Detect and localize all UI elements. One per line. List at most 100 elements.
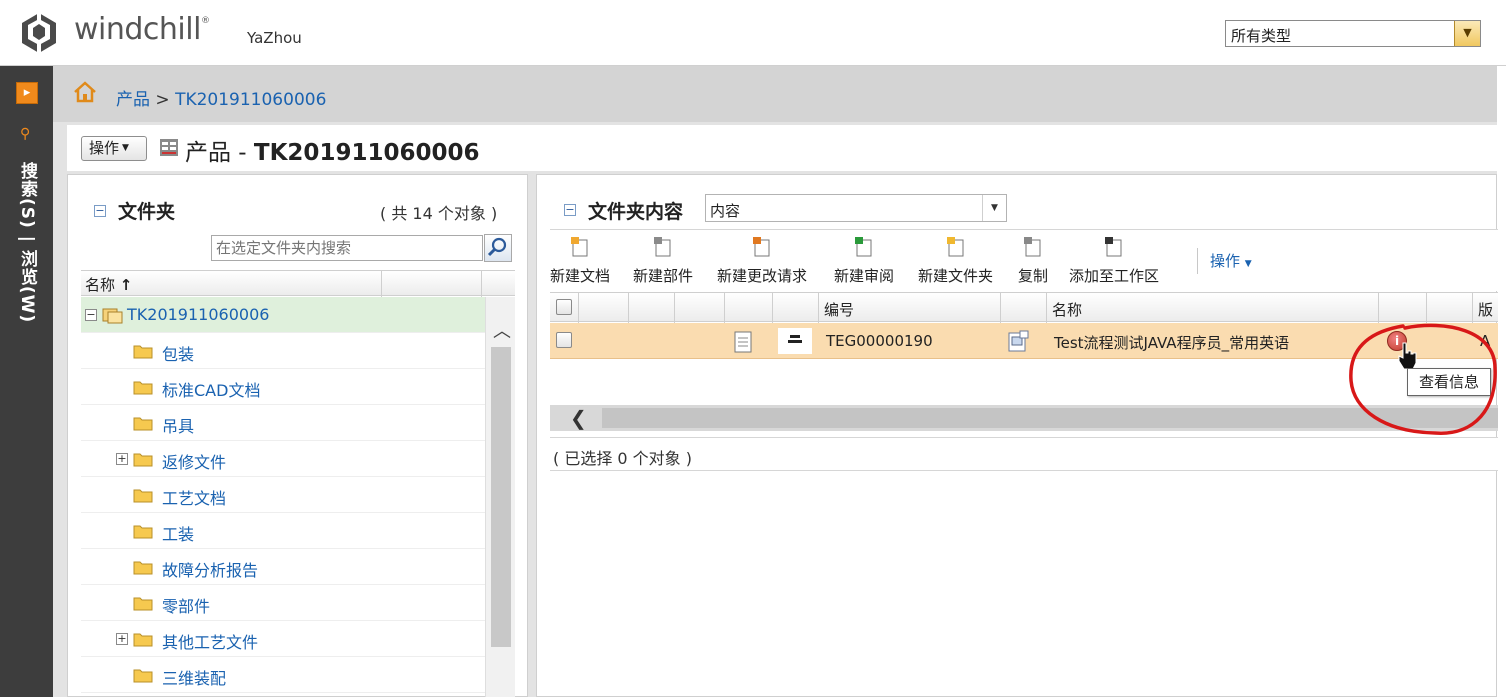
- tree-node-label: TK201911060006: [127, 305, 270, 324]
- folder-search-input[interactable]: [212, 236, 482, 260]
- product-icon: [160, 139, 178, 156]
- scroll-thumb[interactable]: [491, 347, 511, 647]
- folder-search-button[interactable]: [484, 234, 512, 262]
- page-actions-button[interactable]: 操作 ▼: [81, 136, 147, 161]
- new-part-button[interactable]: 新建部件: [633, 236, 693, 288]
- collapse-node-icon[interactable]: −: [85, 309, 97, 321]
- new-document-icon: [571, 237, 588, 257]
- new-folder-icon: [946, 237, 963, 257]
- chevron-down-icon[interactable]: ▼: [1454, 21, 1480, 46]
- tree-folder-label: 零部件: [162, 597, 211, 616]
- scroll-left-icon[interactable]: ❮: [570, 406, 587, 430]
- tree-folder-item[interactable]: + 返修文件: [81, 441, 485, 477]
- folder-icon: [133, 489, 153, 503]
- tree-folder-label: 三维装配: [162, 669, 227, 688]
- folders-panel: − 文件夹 ( 共 14 个对象 ) 名称 ↑ − TK2019: [67, 174, 528, 697]
- tree-folder-item[interactable]: 三维装配: [81, 657, 485, 693]
- add-to-workspace-icon: [1105, 237, 1122, 257]
- tree-folder-label: 故障分析报告: [162, 561, 259, 580]
- collapse-contents-icon[interactable]: −: [564, 204, 576, 216]
- folder-icon: [133, 381, 153, 395]
- folder-contents-title: 文件夹内容: [588, 201, 684, 223]
- current-user: YaZhou: [247, 29, 302, 47]
- windchill-logo-text: windchill®: [74, 12, 210, 47]
- tree-folder-item[interactable]: 标准CAD文档: [81, 369, 485, 405]
- collapse-folders-icon[interactable]: −: [94, 205, 106, 217]
- folder-open-icon: [102, 308, 123, 324]
- scroll-up-icon[interactable]: ︿: [493, 317, 511, 343]
- breadcrumb: 产品 > TK201911060006: [116, 85, 326, 110]
- folder-search-box[interactable]: [211, 235, 483, 261]
- contents-view-value: 内容: [710, 202, 741, 220]
- breadcrumb-bar: 产品 > TK201911060006: [53, 66, 1497, 122]
- breadcrumb-products-link[interactable]: 产品: [116, 90, 150, 110]
- windchill-window: windchill® YaZhou 所有类型 ▼ ▸ ⚲ 搜索(S) | 浏览(…: [0, 0, 1506, 697]
- copy-button[interactable]: 复制: [1018, 236, 1048, 288]
- tree-folder-label: 工艺文档: [162, 489, 227, 508]
- tree-folder-item[interactable]: 工装: [81, 513, 485, 549]
- type-filter-select[interactable]: 所有类型 ▼: [1225, 20, 1481, 47]
- folder-icon: [133, 453, 153, 467]
- selection-status: ( 已选择 0 个对象 ): [553, 449, 693, 468]
- folder-icon: [133, 669, 153, 683]
- tree-folder-item[interactable]: 零部件: [81, 585, 485, 621]
- navigator-tabs-label[interactable]: 搜索(S) | 浏览(W): [14, 162, 40, 323]
- new-review-icon: [855, 237, 872, 257]
- home-icon[interactable]: [73, 81, 97, 103]
- left-navigator: ▸ ⚲ 搜索(S) | 浏览(W): [0, 66, 53, 697]
- folder-icon: [133, 633, 153, 647]
- tree-folder-label: 返修文件: [162, 453, 227, 472]
- folders-panel-title: 文件夹: [118, 201, 176, 223]
- breadcrumb-current-product[interactable]: TK201911060006: [175, 90, 326, 110]
- row-select-checkbox[interactable]: [556, 332, 572, 348]
- annotation-circle: [1349, 323, 1497, 435]
- tree-folder-item[interactable]: 故障分析报告: [81, 549, 485, 585]
- name-column-header[interactable]: 名称 ↑: [85, 274, 132, 295]
- tree-folder-item[interactable]: 吊具: [81, 405, 485, 441]
- folder-icon: [133, 561, 153, 575]
- windchill-logo-icon: [22, 13, 56, 53]
- thumbnail-icon[interactable]: [778, 328, 812, 354]
- row-name[interactable]: Test流程测试JAVA程序员_常用英语: [1054, 332, 1289, 353]
- folder-tree-scrollbar[interactable]: ︿: [485, 297, 515, 697]
- tree-folder-label: 标准CAD文档: [162, 381, 261, 400]
- page-title: 产品 - TK201911060006: [185, 140, 480, 166]
- tree-folder-item[interactable]: 工艺文档: [81, 477, 485, 513]
- folder-icon: [133, 597, 153, 611]
- new-part-icon: [654, 237, 671, 257]
- new-change-request-button[interactable]: 新建更改请求: [717, 236, 807, 288]
- epm-document-icon: [1008, 330, 1029, 352]
- chevron-down-icon[interactable]: ▼: [982, 195, 1006, 221]
- new-document-button[interactable]: 新建文档: [550, 236, 610, 288]
- tree-folder-label: 工装: [162, 525, 195, 544]
- search-icon: [487, 237, 507, 257]
- new-folder-button[interactable]: 新建文件夹: [918, 236, 993, 288]
- tree-folder-label: 其他工艺文件: [162, 633, 259, 652]
- tree-folder-item[interactable]: + 其他工艺文件: [81, 621, 485, 657]
- select-all-checkbox[interactable]: [556, 299, 572, 315]
- folders-count: ( 共 14 个对象 ): [380, 204, 498, 223]
- contents-toolbar: 新建文档 新建部件 新建更改请求 新建审阅 新建文件夹 复制 添加至工作区 操作 ▼: [550, 229, 1498, 291]
- folder-icon: [133, 345, 153, 359]
- search-pin-icon[interactable]: ⚲: [20, 126, 34, 142]
- app-header: windchill® YaZhou 所有类型 ▼: [0, 0, 1506, 66]
- folder-icon: [133, 417, 153, 431]
- breadcrumb-separator: >: [155, 90, 170, 110]
- add-to-workspace-button[interactable]: 添加至工作区: [1069, 236, 1159, 288]
- expand-node-icon[interactable]: +: [116, 453, 128, 465]
- number-column-header[interactable]: 编号: [824, 299, 854, 320]
- contents-view-select[interactable]: 内容 ▼: [705, 194, 1007, 222]
- tree-folder-item[interactable]: 包装: [81, 333, 485, 369]
- row-number[interactable]: TEG00000190: [826, 332, 933, 350]
- name-column-header[interactable]: 名称: [1052, 299, 1082, 320]
- expand-navigator-icon[interactable]: ▸: [16, 82, 38, 104]
- toolbar-actions-menu[interactable]: 操作 ▼: [1210, 250, 1252, 271]
- expand-node-icon[interactable]: +: [116, 633, 128, 645]
- copy-icon: [1024, 237, 1041, 257]
- new-review-button[interactable]: 新建审阅: [834, 236, 894, 288]
- folders-column-header: 名称 ↑: [81, 270, 515, 297]
- tree-folder-label: 吊具: [162, 417, 195, 436]
- tree-root-node[interactable]: − TK201911060006: [81, 297, 485, 333]
- new-change-request-icon: [753, 237, 770, 257]
- type-filter-value: 所有类型: [1231, 27, 1292, 45]
